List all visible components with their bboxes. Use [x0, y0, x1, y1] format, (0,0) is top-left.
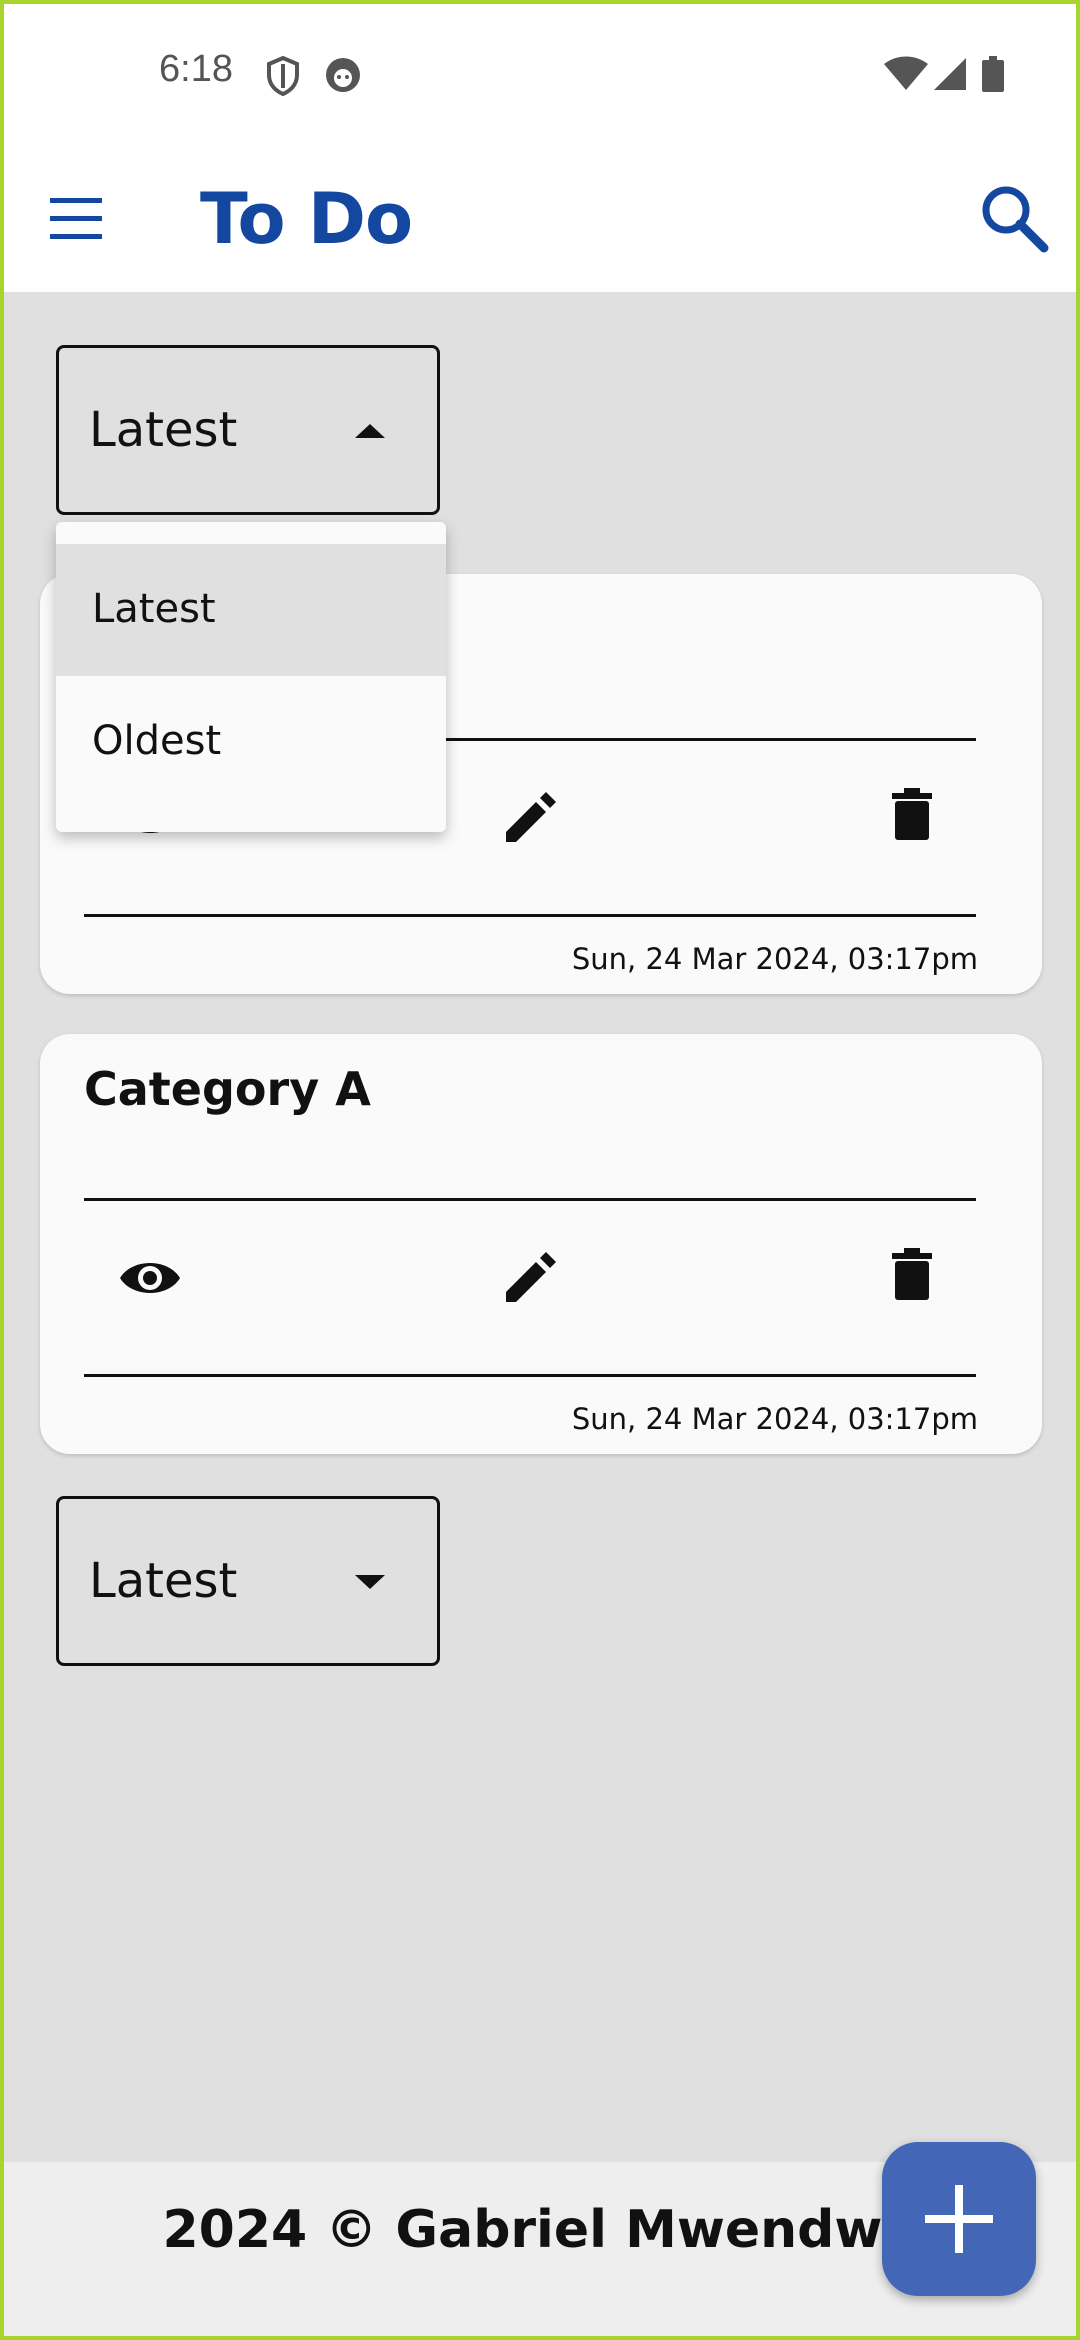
plus-icon — [925, 2185, 993, 2253]
status-bar: 6:18 — [4, 4, 1076, 148]
battery-icon — [982, 56, 1004, 92]
edit-icon[interactable] — [502, 790, 558, 846]
divider — [84, 914, 976, 917]
face-icon — [326, 58, 360, 92]
sort-option-latest[interactable]: Latest — [56, 544, 446, 676]
caret-down-icon — [355, 1575, 385, 1589]
sort-select-bottom[interactable]: Latest — [56, 1496, 440, 1666]
sort-select-value: Latest — [89, 1553, 238, 1609]
edit-icon[interactable] — [502, 1250, 558, 1306]
status-time: 6:18 — [159, 48, 233, 90]
card-date: Sun, 24 Mar 2024, 03:17pm — [571, 1402, 978, 1436]
sort-option-label: Oldest — [92, 718, 222, 764]
delete-icon[interactable] — [892, 1248, 932, 1300]
divider — [84, 1374, 976, 1377]
app-bar: To Do — [4, 148, 1076, 292]
card-date: Sun, 24 Mar 2024, 03:17pm — [571, 942, 978, 976]
menu-icon[interactable] — [50, 196, 106, 242]
eye-icon[interactable] — [118, 1256, 182, 1300]
delete-icon[interactable] — [892, 788, 932, 840]
sort-select-value: Latest — [89, 402, 238, 458]
screen: 6:18 To Do Latest Sun, 24 Mar 2024, 03:1… — [4, 4, 1076, 2336]
shield-icon — [267, 56, 299, 96]
sort-option-oldest[interactable]: Oldest — [56, 676, 446, 808]
sort-dropdown-menu: Latest Oldest — [56, 522, 446, 832]
signal-icon — [934, 58, 966, 90]
category-card: Category A Sun, 24 Mar 2024, 03:17pm — [40, 1034, 1042, 1454]
sort-select-top[interactable]: Latest — [56, 345, 440, 515]
card-title: Category A — [84, 1062, 371, 1116]
search-icon[interactable] — [980, 184, 1050, 254]
app-title: To Do — [200, 178, 413, 260]
wifi-icon — [884, 56, 928, 90]
divider — [84, 1198, 976, 1201]
caret-up-icon — [355, 424, 385, 438]
add-button[interactable] — [882, 2142, 1036, 2296]
sort-option-label: Latest — [92, 586, 216, 632]
